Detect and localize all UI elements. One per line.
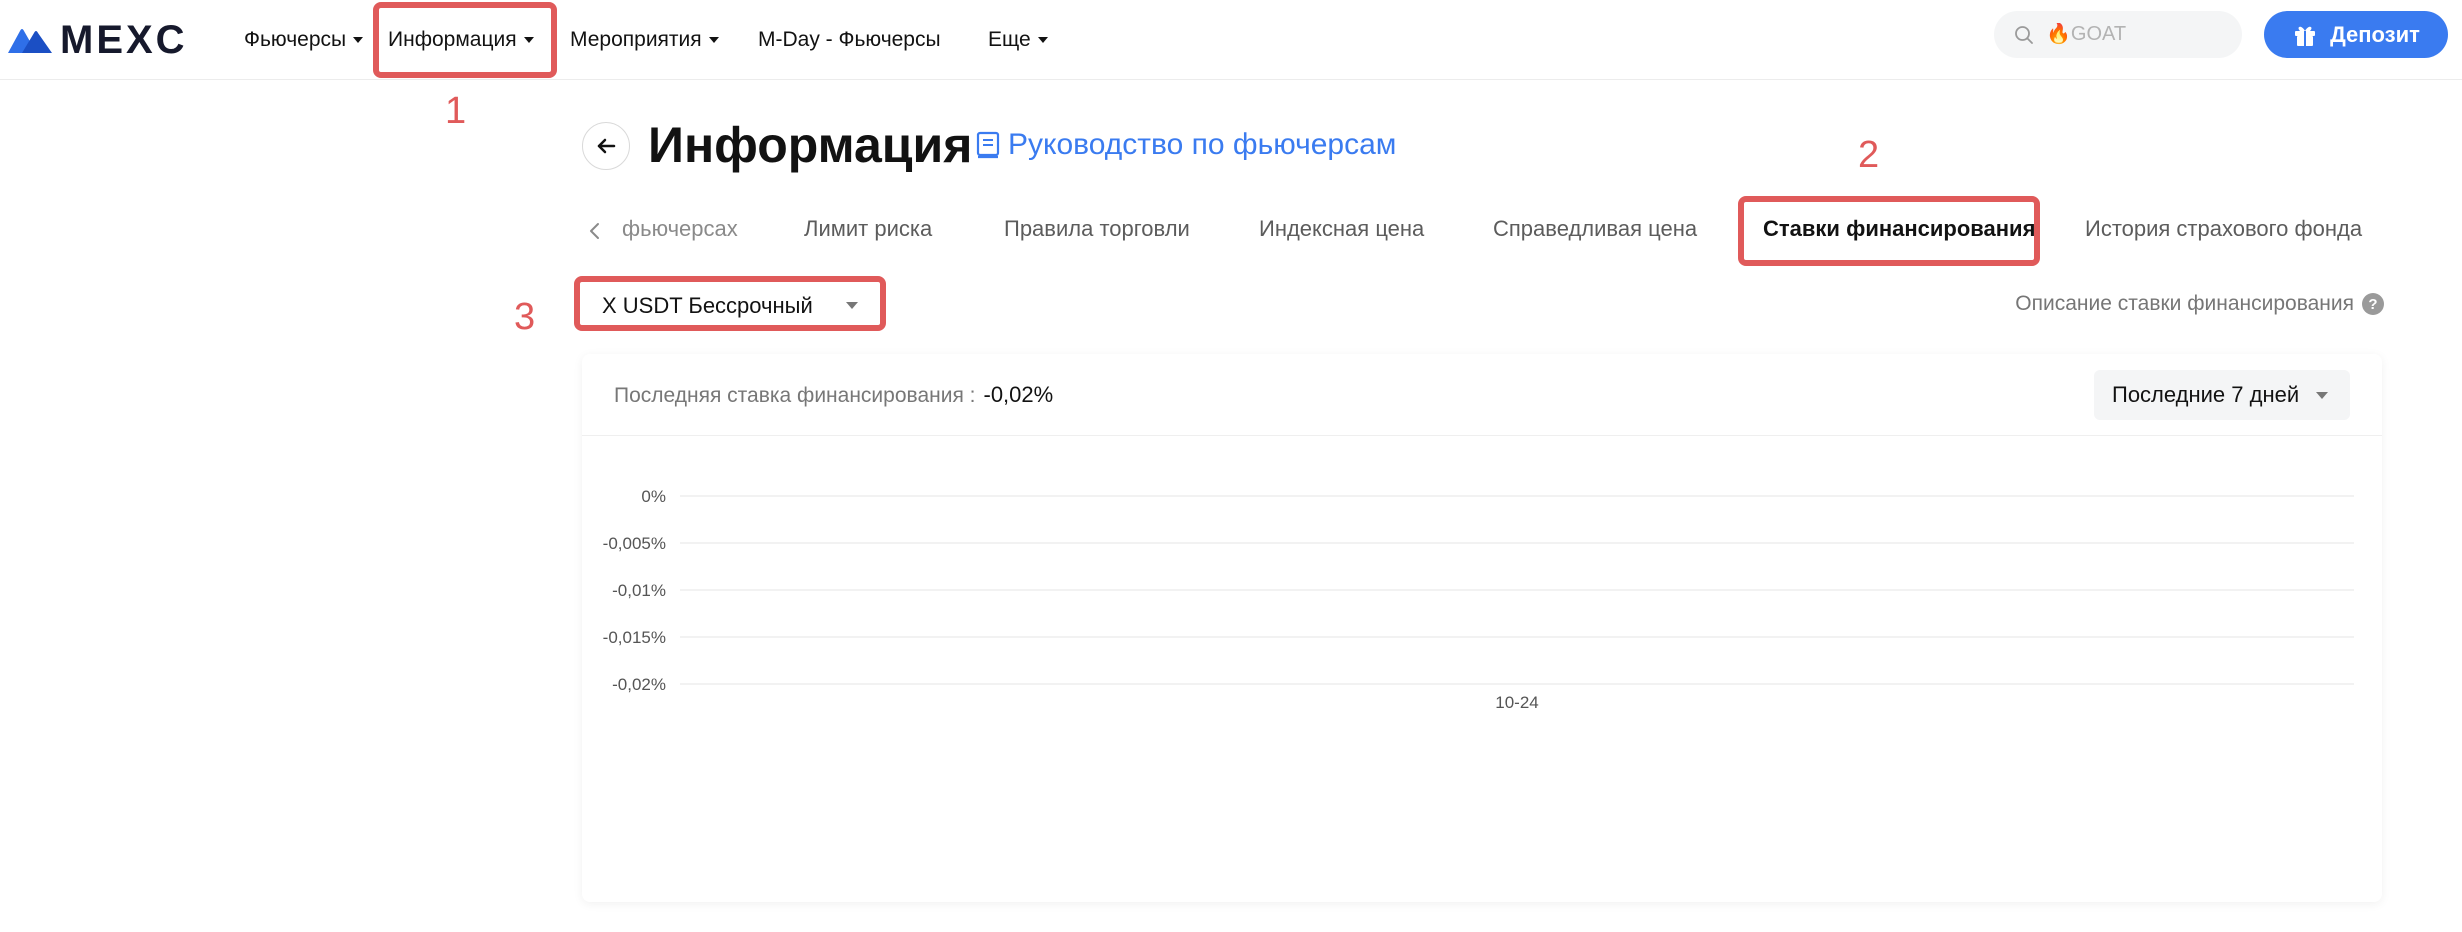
y-tick-label: -0,005% — [603, 534, 666, 553]
time-range-value: Последние 7 дней — [2112, 382, 2300, 407]
gift-icon — [2295, 26, 2316, 46]
tab-funding-rates[interactable]: Ставки финансирования — [1763, 216, 2035, 242]
y-tick-label: -0,02% — [612, 675, 666, 694]
last-rate-label: Последняя ставка финансирования : — [614, 384, 976, 407]
funding-rate-description-link[interactable]: Описание ставки финансирования ? — [2015, 292, 2384, 316]
info-tabs: фьючерсах Лимит риска Правила торговли И… — [580, 198, 2380, 266]
funding-rate-card: Последняя ставка финансирования : -0,02% … — [582, 354, 2382, 902]
annotation-number-3: 3 — [514, 296, 536, 338]
page-title: Информация — [648, 117, 973, 173]
caret-down-icon — [353, 37, 364, 43]
last-funding-rate: Последняя ставка финансирования : -0,02% — [614, 382, 1053, 408]
top-header: MEXC Фьючерсы Информация Мероприятия M-D… — [0, 0, 2462, 80]
deposit-label: Депозит — [2330, 21, 2420, 47]
caret-down-icon — [846, 302, 858, 309]
nav-item-label: Информация — [388, 28, 517, 51]
card-header: Последняя ставка финансирования : -0,02% … — [582, 354, 2382, 436]
caret-down-icon — [708, 37, 719, 43]
arrow-left-icon — [597, 138, 616, 154]
tab-fair-price[interactable]: Справедливая цена — [1493, 216, 1697, 242]
tab-risk-limit[interactable]: Лимит риска — [804, 216, 932, 242]
y-tick-label: -0,015% — [603, 628, 666, 647]
search-input[interactable] — [2046, 23, 2216, 46]
mexc-mountain-icon — [8, 29, 52, 53]
caret-down-icon — [523, 37, 534, 43]
nav-item-label: Мероприятия — [570, 28, 702, 51]
nav-item-events[interactable]: Мероприятия — [556, 18, 744, 62]
help-icon: ? — [2362, 293, 2384, 315]
mexc-logo[interactable]: MEXC — [6, 14, 188, 66]
deposit-button[interactable]: Депозит — [2264, 11, 2448, 58]
guide-book-icon — [976, 131, 1000, 159]
y-tick-label: -0,01% — [612, 581, 666, 600]
x-tick-label: 10-24 — [1495, 693, 1538, 712]
contract-select-value: X USDT Бессрочный — [602, 293, 813, 318]
tabs-scroll-left-button[interactable] — [580, 216, 610, 246]
chevron-left-icon — [590, 223, 599, 239]
nav-item-futures[interactable]: Фьючерсы — [230, 18, 374, 62]
logo-text: MEXC — [60, 17, 188, 62]
last-rate-value: -0,02% — [983, 382, 1054, 407]
time-range-select[interactable]: Последние 7 дней — [2094, 370, 2350, 420]
tab-futures[interactable]: фьючерсах — [622, 216, 738, 242]
search-box[interactable] — [1994, 11, 2242, 58]
description-link-label: Описание ставки финансирования — [2015, 292, 2354, 315]
nav-item-more[interactable]: Еще — [974, 18, 1060, 62]
contract-select[interactable]: X USDT Бессрочный — [582, 285, 882, 327]
caret-down-icon — [1037, 37, 1048, 43]
back-button[interactable] — [582, 122, 630, 170]
nav-item-label: Еще — [988, 28, 1031, 51]
nav-item-label: M-Day - Фьючерсы — [758, 28, 941, 51]
funding-rate-chart: 0% -0,005% -0,01% -0,015% -0,02% 10-24 — [603, 487, 2354, 712]
guide-link-label: Руководство по фьючерсам — [1008, 128, 1397, 161]
caret-down-icon — [2316, 392, 2328, 399]
main-nav: Фьючерсы Информация Мероприятия M-Day - … — [230, 0, 1060, 80]
nav-item-mday-futures[interactable]: M-Day - Фьючерсы — [744, 18, 974, 62]
annotation-number-1: 1 — [445, 90, 467, 132]
futures-guide-link[interactable]: Руководство по фьючерсам — [976, 128, 1396, 162]
annotation-number-2: 2 — [1858, 134, 1880, 176]
nav-item-information[interactable]: Информация — [374, 18, 556, 62]
nav-item-label: Фьючерсы — [244, 28, 347, 51]
y-tick-label: 0% — [641, 487, 666, 506]
tab-trading-rules[interactable]: Правила торговли — [1004, 216, 1190, 242]
tab-insurance-fund-history[interactable]: История страхового фонда — [2085, 216, 2362, 242]
tab-index-price[interactable]: Индексная цена — [1259, 216, 1424, 242]
search-icon — [2015, 25, 2033, 44]
